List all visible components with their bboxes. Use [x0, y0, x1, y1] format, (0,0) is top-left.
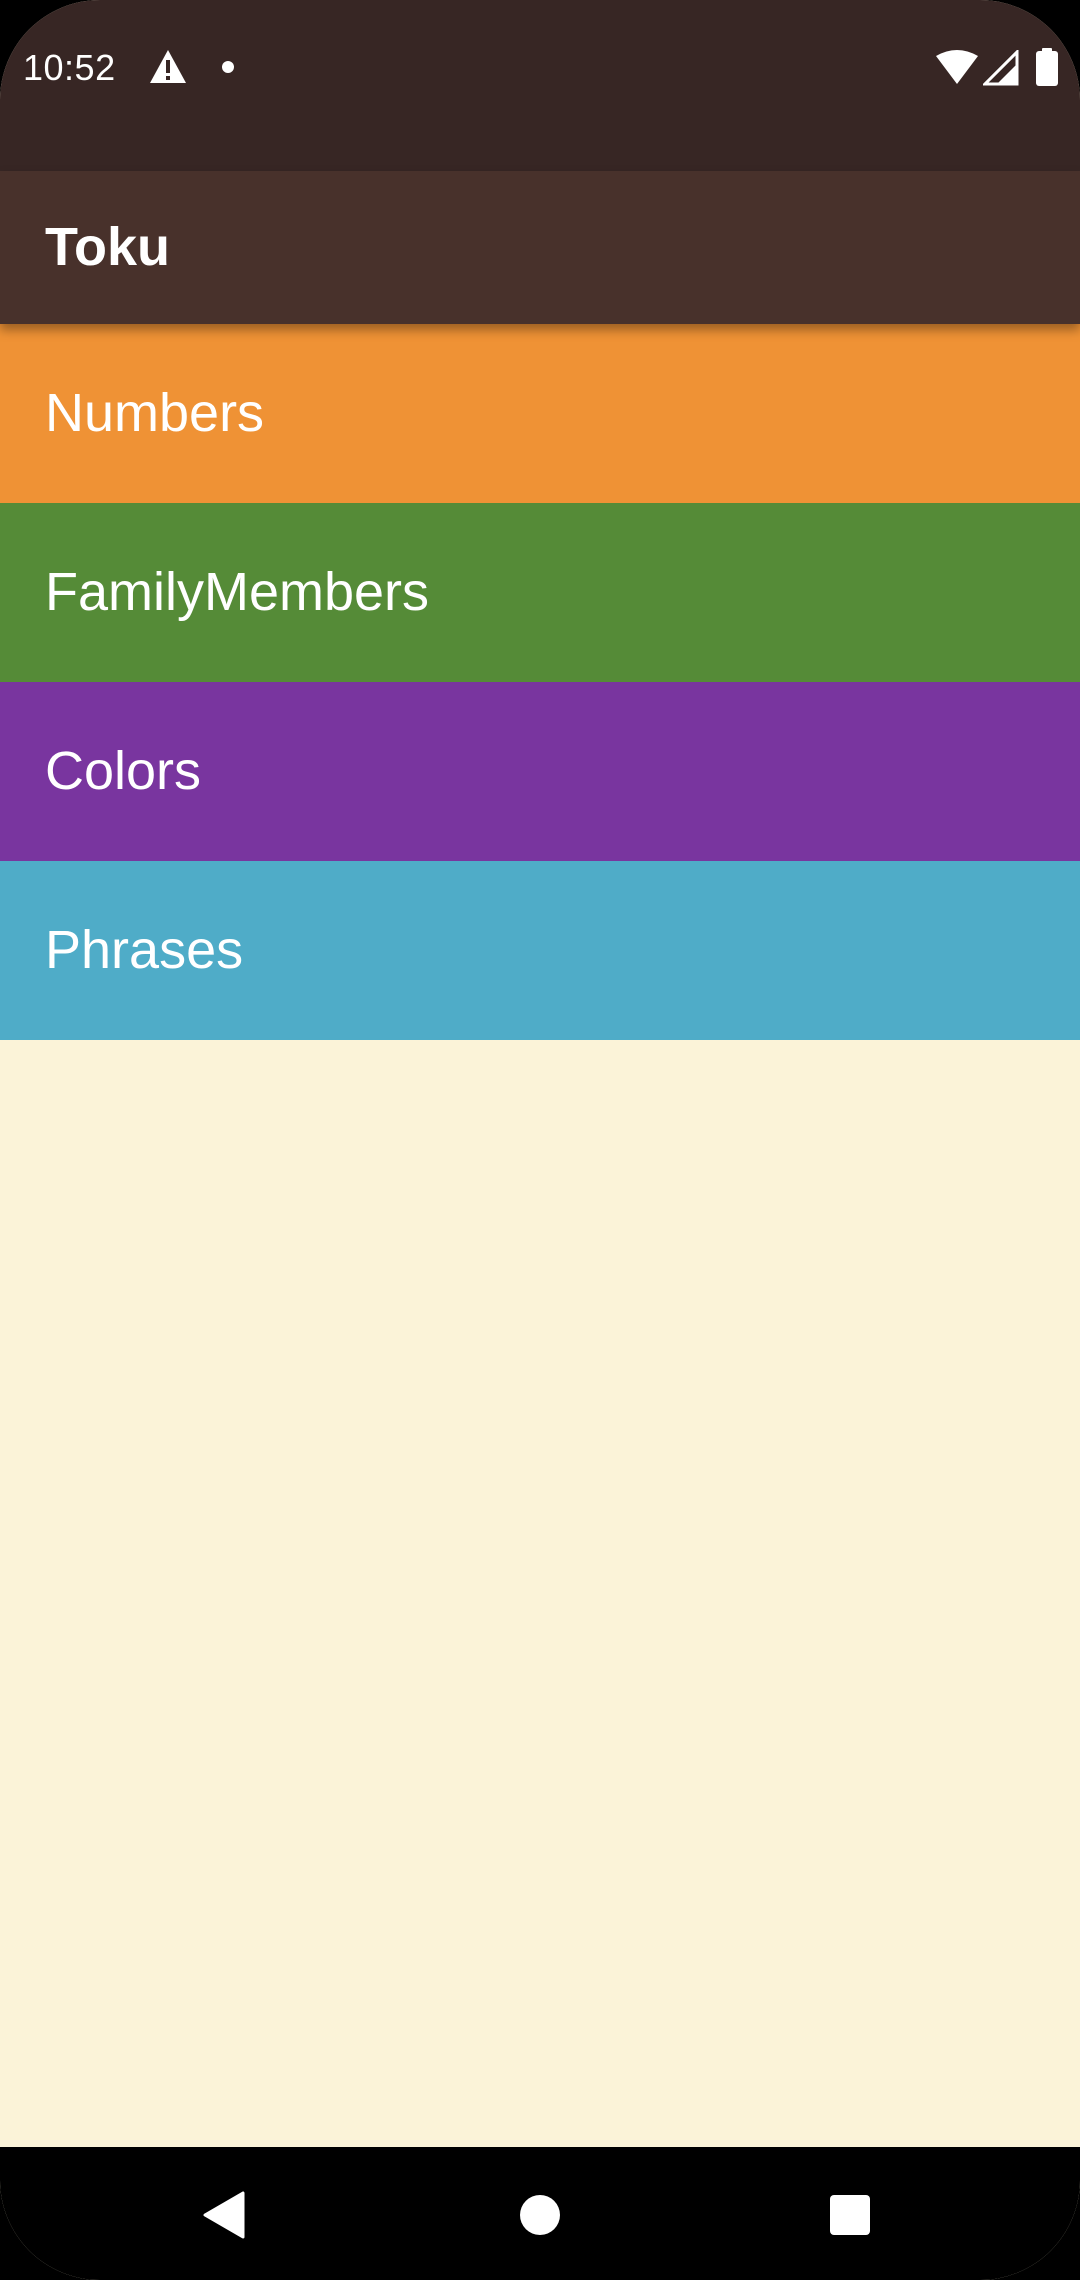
category-item-colors[interactable]: Colors [0, 682, 1080, 861]
back-button[interactable] [185, 2177, 265, 2257]
category-label: FamilyMembers [45, 562, 430, 622]
navigation-bar [0, 2147, 1080, 2280]
wifi-icon [936, 50, 978, 91]
app-title: Toku [45, 217, 170, 277]
back-icon [203, 2191, 247, 2244]
category-item-phrases[interactable]: Phrases [0, 861, 1080, 1040]
signal-icon [981, 48, 1019, 91]
warning-icon [148, 48, 188, 91]
notification-dot-icon [221, 60, 235, 79]
battery-icon [1035, 48, 1059, 91]
category-item-numbers[interactable]: Numbers [0, 324, 1080, 503]
category-label: Numbers [45, 383, 265, 443]
category-label: Colors [45, 741, 202, 801]
status-time: 10:52 [23, 47, 116, 88]
phone-screen: 10:52 Toku Numbers FamilyMembers Colors … [0, 0, 1080, 2280]
status-bar: 10:52 [0, 0, 1080, 171]
recents-button[interactable] [810, 2177, 890, 2257]
category-list: Numbers FamilyMembers Colors Phrases [0, 324, 1080, 1040]
category-item-familymembers[interactable]: FamilyMembers [0, 503, 1080, 682]
category-label: Phrases [45, 920, 244, 980]
app-bar: Toku [0, 171, 1080, 324]
home-button[interactable] [500, 2177, 580, 2257]
recents-icon [829, 2194, 871, 2241]
home-icon [518, 2193, 562, 2242]
